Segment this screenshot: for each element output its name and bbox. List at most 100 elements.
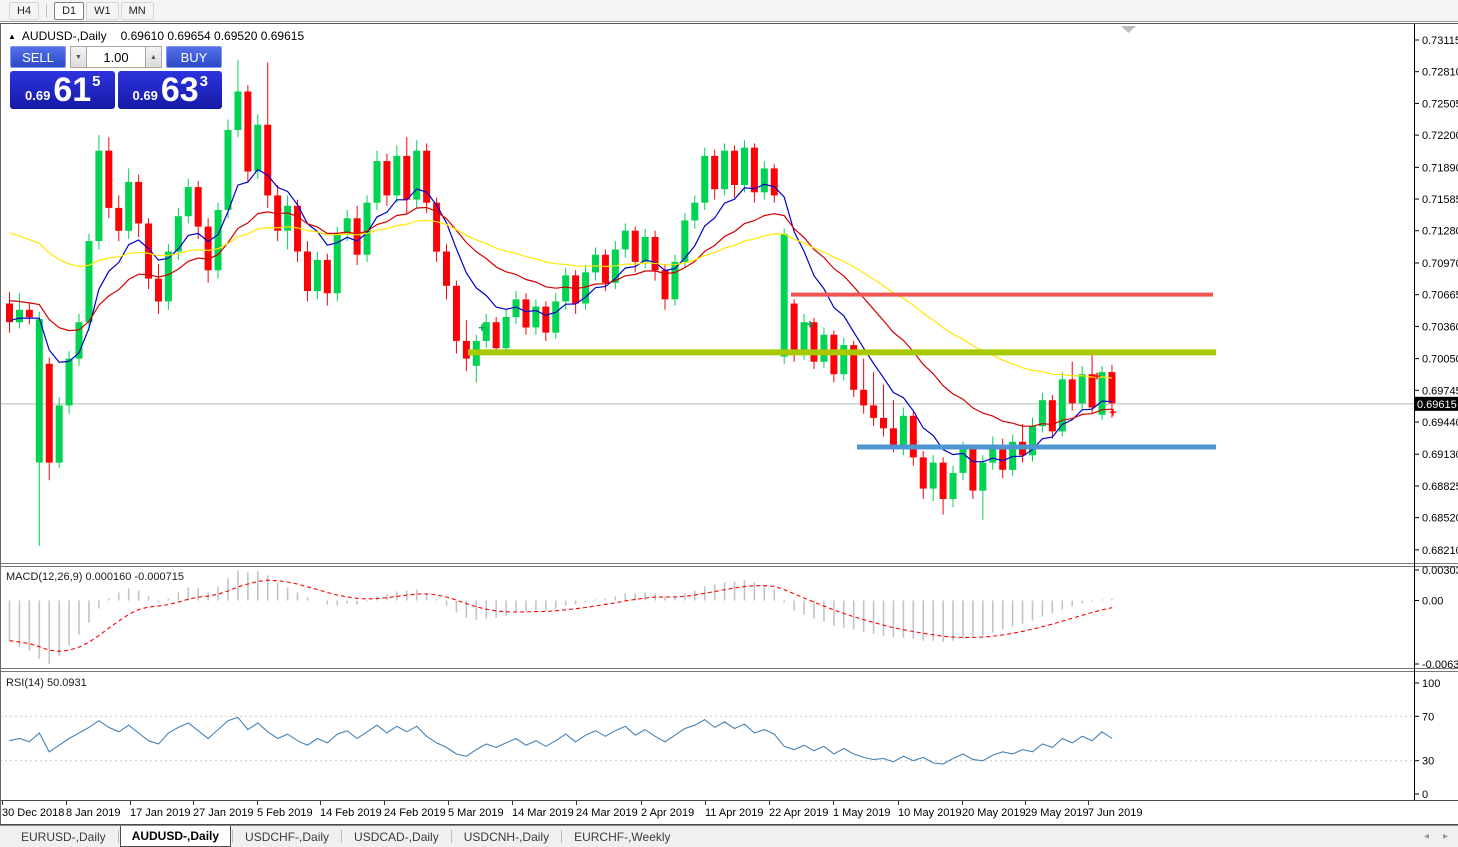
candle-body [741, 148, 748, 185]
candle-body [731, 151, 738, 185]
candle-body [950, 473, 957, 499]
candle-body [66, 359, 73, 406]
macd-label: MACD(12,26,9) 0.000160 -0.000715 [6, 571, 184, 583]
candle-body [751, 148, 758, 193]
axis-tick-label: 0.70050 [1422, 354, 1458, 366]
timeframe-button-h4[interactable]: H4 [9, 2, 39, 20]
axis-tick-label: 30 [1422, 756, 1434, 768]
axis-tick-label: 0.71890 [1422, 162, 1458, 174]
axis-tick-label: 0.71585 [1422, 194, 1458, 206]
candle-body [46, 364, 53, 463]
candle-body [910, 416, 917, 458]
date-tick-label: 8 Jan 2019 [66, 807, 120, 819]
buy-price-display[interactable]: 0.69 63 3 [118, 71, 223, 109]
tab-scroll-left-icon[interactable]: ◂ [1424, 831, 1429, 842]
sell-button[interactable]: SELL [10, 46, 66, 68]
axis-tick-label: 0.70970 [1422, 258, 1458, 270]
trade-marker-plus-icon: + [1093, 368, 1101, 383]
candle-body [155, 279, 162, 302]
buy-price-pip: 3 [200, 73, 208, 90]
date-tick-label: 14 Feb 2019 [320, 807, 382, 819]
date-tick-label: 29 May 2019 [1025, 807, 1089, 819]
chart-tab-usdcad-daily[interactable]: USDCAD-,Daily [343, 826, 450, 847]
date-tick-label: 5 Feb 2019 [257, 807, 313, 819]
candle-body [959, 449, 966, 473]
sell-price-display[interactable]: 0.69 61 5 [10, 71, 115, 109]
candle-body [1049, 400, 1056, 431]
candle-body [493, 322, 500, 348]
candle-body [522, 299, 529, 327]
chart-canvas[interactable]: ++++MACD(12,26,9) 0.000160 -0.000715RSI(… [0, 0, 1458, 847]
candle-body [244, 92, 251, 172]
candle-body [453, 286, 460, 341]
candle-body [920, 457, 927, 488]
candle-body [860, 390, 867, 406]
candle-body [264, 125, 271, 196]
trade-marker-plus-icon: + [1109, 405, 1117, 420]
candle-body [701, 156, 708, 203]
chart-ohlc-values: 0.69610 0.69654 0.69520 0.69615 [121, 29, 305, 43]
candle-body [1069, 379, 1076, 403]
date-tick-label: 27 Jan 2019 [193, 807, 254, 819]
candle-body [572, 275, 579, 303]
timeframe-button-w1[interactable]: W1 [86, 2, 119, 20]
candle-body [622, 231, 629, 250]
candle-body [979, 463, 986, 491]
candle-body [195, 187, 202, 227]
candle-body [940, 463, 947, 499]
timeframe-button-d1[interactable]: D1 [54, 2, 84, 20]
candle-body [16, 310, 23, 323]
tab-scroll-right-icon[interactable]: ▸ [1443, 831, 1448, 842]
chart-tab-eurchf-weekly[interactable]: EURCHF-,Weekly [563, 826, 681, 847]
buy-price-prefix: 0.69 [133, 88, 158, 103]
toolbar-separator [46, 4, 47, 18]
axis-tick-label: 0.69440 [1422, 417, 1458, 429]
candle-body [403, 156, 410, 200]
date-tick-label: 20 May 2019 [962, 807, 1026, 819]
candle-body [592, 255, 599, 273]
tab-divider [232, 830, 233, 843]
candle-body [691, 203, 698, 221]
volume-increase-icon[interactable]: ▲ [145, 46, 162, 68]
chart-tab-bar: EURUSD-,DailyAUDUSD-,DailyUSDCHF-,DailyU… [0, 825, 1458, 847]
candle-body [642, 237, 649, 262]
timeframe-button-mn[interactable]: MN [121, 2, 154, 20]
date-tick-label: 30 Dec 2018 [2, 807, 64, 819]
chart-tab-usdcnh-daily[interactable]: USDCNH-,Daily [453, 826, 560, 847]
candle-body [234, 92, 241, 131]
tab-scroll-arrows: ◂▸ [1424, 826, 1458, 847]
candle-body [711, 156, 718, 189]
axis-tick-label: 0.68210 [1422, 545, 1458, 557]
tab-divider [561, 830, 562, 843]
tab-divider [118, 830, 119, 843]
date-tick-label: 5 Mar 2019 [448, 807, 504, 819]
chart-tab-eurusd-daily[interactable]: EURUSD-,Daily [10, 826, 117, 847]
candle-body [542, 307, 549, 333]
collapse-triangle-icon[interactable]: ▲ [8, 32, 16, 41]
candle-body [225, 130, 232, 210]
axis-tick-label: 0.00 [1422, 596, 1443, 608]
candle-body [503, 317, 510, 348]
date-tick-label: 2 Apr 2019 [641, 807, 694, 819]
date-tick-label: 11 Apr 2019 [705, 807, 764, 819]
candle-body [1079, 374, 1086, 403]
date-tick-label: 24 Feb 2019 [384, 807, 446, 819]
axis-tick-label: 0.68520 [1422, 513, 1458, 525]
trade-marker-plus-icon: + [478, 320, 486, 335]
buy-button[interactable]: BUY [166, 46, 222, 68]
axis-tick-label: 0.70360 [1422, 321, 1458, 333]
volume-decrease-icon[interactable]: ▼ [70, 46, 87, 68]
volume-value[interactable]: 1.00 [87, 46, 145, 68]
chart-tab-usdchf-daily[interactable]: USDCHF-,Daily [234, 826, 340, 847]
axis-tick-label: 0.73115 [1422, 35, 1458, 47]
candle-body [135, 182, 142, 224]
candle-body [791, 304, 798, 354]
candle-body [354, 218, 361, 254]
candle-body [254, 125, 261, 172]
axis-tick-label: 100 [1422, 678, 1440, 690]
candle-body [671, 262, 678, 299]
candle-body [1039, 400, 1046, 426]
buy-price-big: 63 [161, 74, 199, 106]
chart-tab-audusd-daily[interactable]: AUDUSD-,Daily [120, 826, 231, 847]
candle-body [652, 237, 659, 270]
